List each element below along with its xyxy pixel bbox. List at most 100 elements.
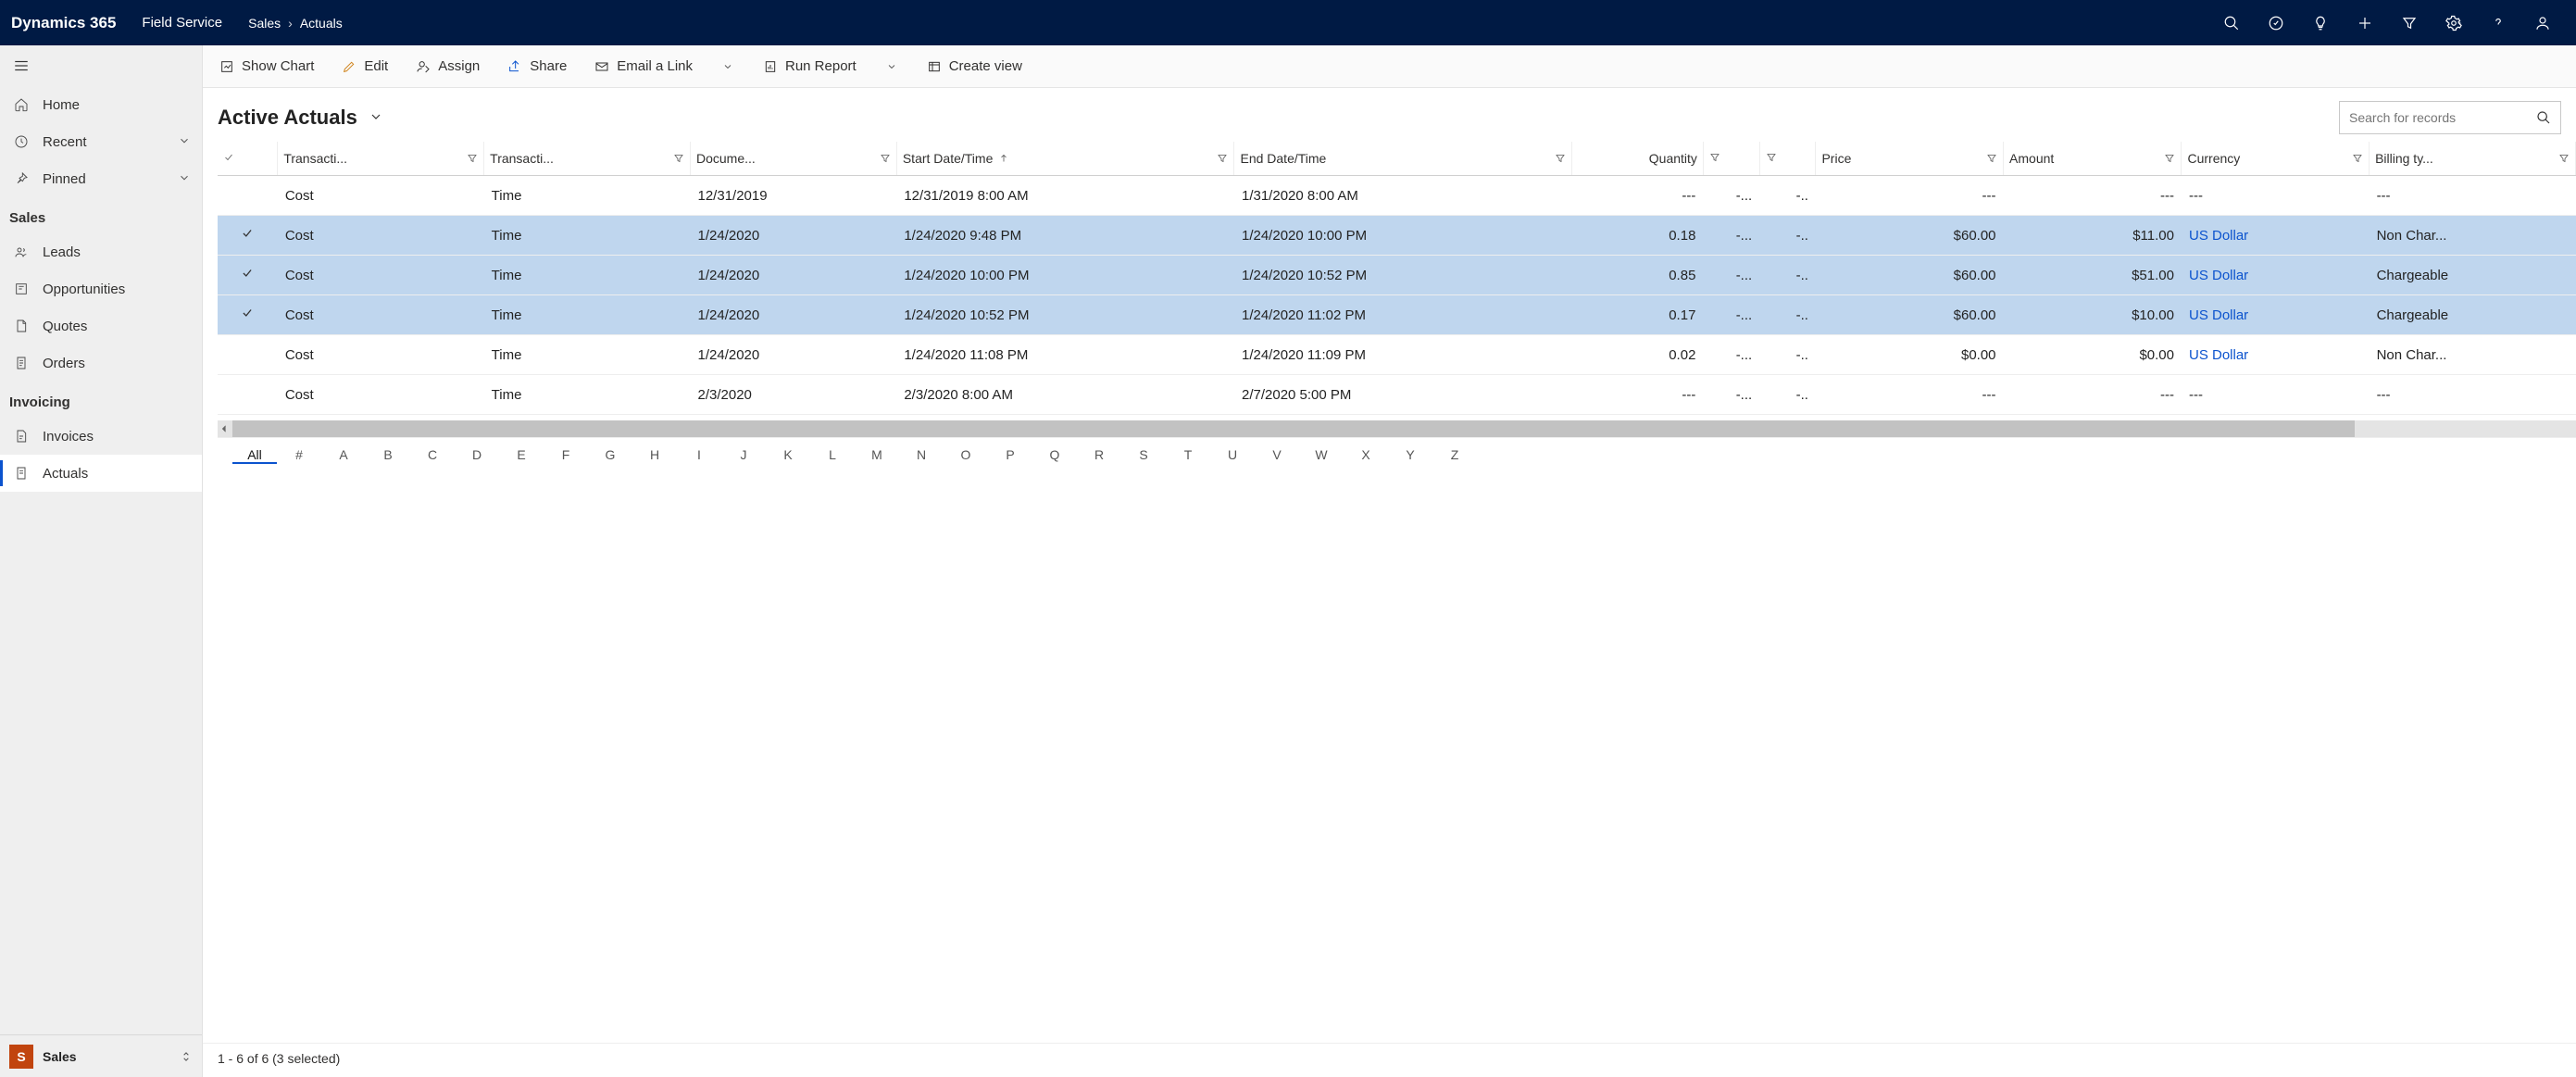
jump-n[interactable]: N [899, 447, 944, 464]
col-price[interactable]: Price [1816, 142, 2004, 176]
nav-opportunities[interactable]: Opportunities [0, 270, 202, 307]
settings-icon[interactable] [2432, 0, 2476, 45]
jump-h[interactable]: H [632, 447, 677, 464]
jump-l[interactable]: L [810, 447, 855, 464]
cell-currency[interactable]: US Dollar [2182, 335, 2370, 375]
jump-e[interactable]: E [499, 447, 544, 464]
jump-all[interactable]: All [232, 447, 277, 464]
assign-button[interactable]: Assign [412, 55, 483, 78]
lightbulb-icon[interactable] [2298, 0, 2343, 45]
nav-leads[interactable]: Leads [0, 233, 202, 270]
nav-invoices[interactable]: Invoices [0, 418, 202, 455]
jump-y[interactable]: Y [1388, 447, 1432, 464]
nav-home[interactable]: Home [0, 86, 202, 123]
scroll-left-icon[interactable] [218, 420, 231, 437]
search-input[interactable] [2349, 110, 2529, 125]
col-quantity-filter[interactable] [1703, 142, 1759, 176]
create-view-button[interactable]: Create view [923, 55, 1026, 78]
edit-button[interactable]: Edit [338, 55, 392, 78]
show-chart-button[interactable]: Show Chart [216, 55, 318, 78]
jump-i[interactable]: I [677, 447, 721, 464]
table-row[interactable]: CostTime1/24/20201/24/2020 10:52 PM1/24/… [218, 295, 2576, 335]
jump-v[interactable]: V [1255, 447, 1299, 464]
area-switcher[interactable]: S Sales [0, 1034, 202, 1077]
jump-k[interactable]: K [766, 447, 810, 464]
table-row[interactable]: CostTime1/24/20201/24/2020 10:00 PM1/24/… [218, 256, 2576, 295]
filter-icon[interactable] [880, 153, 891, 164]
col-transaction-type[interactable]: Transacti... [484, 142, 691, 176]
nav-actuals[interactable]: Actuals [0, 455, 202, 492]
filter-icon[interactable] [2164, 153, 2175, 164]
table-row[interactable]: CostTime1/24/20201/24/2020 11:08 PM1/24/… [218, 335, 2576, 375]
jump-r[interactable]: R [1077, 447, 1121, 464]
jump-q[interactable]: Q [1032, 447, 1077, 464]
filter-icon[interactable] [467, 153, 478, 164]
col-document[interactable]: Docume... [691, 142, 897, 176]
jump-w[interactable]: W [1299, 447, 1344, 464]
search-box[interactable] [2339, 101, 2561, 134]
jump-f[interactable]: F [544, 447, 588, 464]
jump-t[interactable]: T [1166, 447, 1210, 464]
col-start-datetime[interactable]: Start Date/Time [896, 142, 1234, 176]
col-billing-type[interactable]: Billing ty... [2370, 142, 2576, 176]
scrollbar-thumb[interactable] [232, 420, 2355, 437]
jump-a[interactable]: A [321, 447, 366, 464]
filter-icon[interactable] [2352, 153, 2363, 164]
jump-x[interactable]: X [1344, 447, 1388, 464]
col-currency[interactable]: Currency [2182, 142, 2370, 176]
add-icon[interactable] [2343, 0, 2387, 45]
breadcrumb-item[interactable]: Sales [248, 16, 281, 31]
table-row[interactable]: CostTime2/3/20202/3/2020 8:00 AM2/7/2020… [218, 375, 2576, 415]
jump-m[interactable]: M [855, 447, 899, 464]
jump-o[interactable]: O [944, 447, 988, 464]
nav-pinned[interactable]: Pinned [0, 160, 202, 197]
select-all-header[interactable] [218, 142, 278, 176]
row-checkmark[interactable] [218, 335, 278, 375]
run-report-dropdown[interactable] [881, 57, 903, 76]
hamburger-button[interactable] [0, 45, 202, 86]
search-icon[interactable] [2209, 0, 2254, 45]
jump-#[interactable]: # [277, 447, 321, 464]
filter-icon[interactable] [2387, 0, 2432, 45]
jump-b[interactable]: B [366, 447, 410, 464]
col-quantity[interactable]: Quantity [1572, 142, 1704, 176]
share-button[interactable]: Share [504, 55, 570, 78]
nav-quotes[interactable]: Quotes [0, 307, 202, 344]
jump-z[interactable]: Z [1432, 447, 1477, 464]
filter-icon[interactable] [1217, 153, 1228, 164]
filter-icon[interactable] [1986, 153, 1997, 164]
jump-s[interactable]: S [1121, 447, 1166, 464]
horizontal-scrollbar[interactable] [218, 420, 2576, 437]
email-link-dropdown[interactable] [717, 57, 739, 76]
user-icon[interactable] [2520, 0, 2565, 45]
email-link-button[interactable]: Email a Link [591, 55, 696, 78]
cell-currency[interactable]: US Dollar [2182, 295, 2370, 335]
cell-currency[interactable]: US Dollar [2182, 256, 2370, 295]
cell-currency[interactable]: US Dollar [2182, 216, 2370, 256]
filter-icon[interactable] [2558, 153, 2570, 164]
jump-c[interactable]: C [410, 447, 455, 464]
nav-orders[interactable]: Orders [0, 344, 202, 382]
breadcrumb-item[interactable]: Actuals [300, 16, 343, 31]
jump-j[interactable]: J [721, 447, 766, 464]
col-transaction-class[interactable]: Transacti... [278, 142, 484, 176]
jump-g[interactable]: G [588, 447, 632, 464]
filter-icon[interactable] [1555, 153, 1566, 164]
col-amount[interactable]: Amount [2004, 142, 2182, 176]
task-icon[interactable] [2254, 0, 2298, 45]
help-icon[interactable] [2476, 0, 2520, 45]
row-checkmark[interactable] [218, 176, 278, 216]
table-row[interactable]: CostTime1/24/20201/24/2020 9:48 PM1/24/2… [218, 216, 2576, 256]
row-checkmark[interactable] [218, 256, 278, 295]
jump-u[interactable]: U [1210, 447, 1255, 464]
row-checkmark[interactable] [218, 216, 278, 256]
col-quantity-extra[interactable] [1759, 142, 1816, 176]
row-checkmark[interactable] [218, 375, 278, 415]
run-report-button[interactable]: Run Report [759, 55, 860, 78]
jump-p[interactable]: P [988, 447, 1032, 464]
nav-recent[interactable]: Recent [0, 123, 202, 160]
jump-d[interactable]: D [455, 447, 499, 464]
row-checkmark[interactable] [218, 295, 278, 335]
view-picker[interactable] [369, 109, 383, 127]
filter-icon[interactable] [673, 153, 684, 164]
